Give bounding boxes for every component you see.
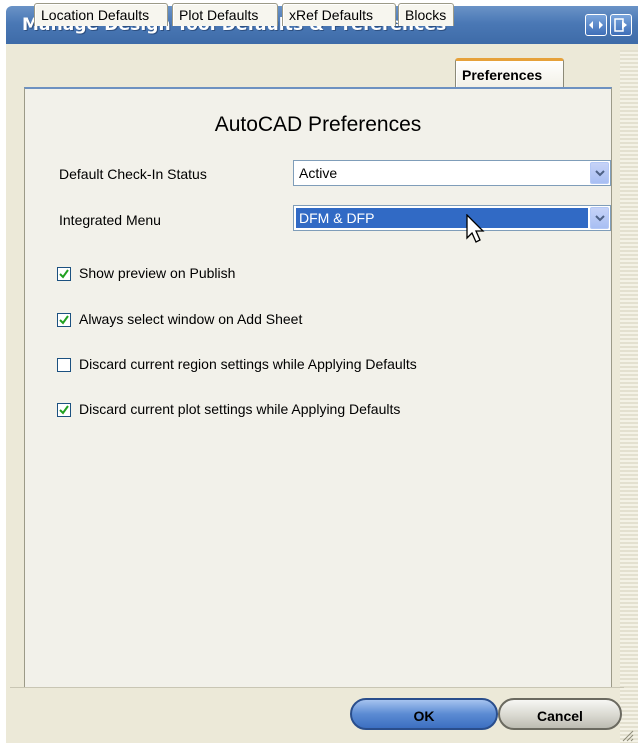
- checkbox-label: Discard current region settings while Ap…: [79, 356, 417, 372]
- select-value: Active: [299, 165, 338, 181]
- selection-highlight: DFM & DFP: [296, 208, 588, 228]
- chevron-down-icon[interactable]: [590, 207, 609, 229]
- swap-arrows-icon[interactable]: [585, 14, 607, 36]
- window-edge: [620, 50, 638, 743]
- checkbox[interactable]: [57, 403, 71, 417]
- tab-xref-defaults[interactable]: xRef Defaults: [282, 3, 396, 26]
- mouse-pointer-icon: [466, 213, 486, 249]
- cancel-button[interactable]: Cancel: [498, 698, 622, 730]
- tab-preferences[interactable]: Preferences: [455, 58, 564, 88]
- tab-location-defaults[interactable]: Location Defaults: [34, 3, 168, 26]
- integrated-menu-select[interactable]: DFM & DFP: [293, 205, 611, 231]
- integrated-menu-label: Integrated Menu: [59, 212, 161, 228]
- tab-label: Preferences: [462, 67, 543, 83]
- checkbox-label: Always select window on Add Sheet: [79, 311, 303, 327]
- chevron-down-icon[interactable]: [590, 162, 609, 184]
- tab-label: Location Defaults: [41, 7, 150, 23]
- checkbox[interactable]: [57, 313, 71, 327]
- tab-label: xRef Defaults: [289, 7, 374, 23]
- ok-button[interactable]: OK: [350, 698, 498, 730]
- tab-plot-defaults[interactable]: Plot Defaults: [172, 3, 278, 26]
- checkbox[interactable]: [57, 267, 71, 281]
- default-check-in-status-label: Default Check-In Status: [59, 166, 207, 182]
- resize-grip-icon[interactable]: [620, 728, 634, 743]
- select-value: DFM & DFP: [299, 210, 375, 226]
- tab-label: Plot Defaults: [179, 7, 259, 23]
- checkbox[interactable]: [57, 358, 71, 372]
- tab-blocks[interactable]: Blocks: [398, 3, 454, 26]
- preferences-panel: AutoCAD Preferences Default Check-In Sta…: [24, 87, 612, 688]
- dialog-window: Manage Design Tool Defaults & Preference…: [0, 0, 638, 743]
- panel-title: AutoCAD Preferences: [214, 113, 422, 136]
- checkbox-label: Discard current plot settings while Appl…: [79, 401, 401, 417]
- checkbox-label: Show preview on Publish: [79, 265, 236, 281]
- footer-divider: [10, 687, 624, 688]
- tab-label: Blocks: [405, 7, 447, 23]
- default-check-in-status-select[interactable]: Active: [293, 160, 611, 186]
- exit-icon[interactable]: [610, 14, 632, 36]
